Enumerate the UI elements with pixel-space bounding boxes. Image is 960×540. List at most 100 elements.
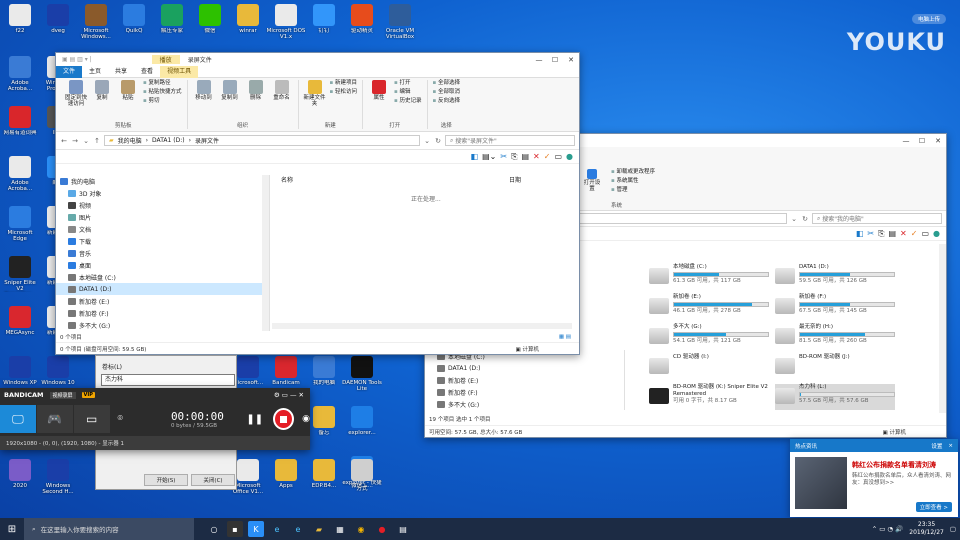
view-toggle[interactable]: ▦ ▤ xyxy=(559,334,571,340)
desktop-icon[interactable]: 2020 xyxy=(0,459,40,505)
drive-item[interactable]: 本地磁盘 (C:) 61.3 GB 可用，共 117 GB xyxy=(649,264,769,290)
nav-item[interactable]: 多不大 (G:) xyxy=(425,398,624,410)
drive-item[interactable]: 杰力科 (L:) 57.5 GB 可用，共 57.6 GB xyxy=(775,384,895,410)
context-tab[interactable]: 播放 xyxy=(151,55,180,64)
breadcrumb-2[interactable]: 录屏文件 xyxy=(195,136,219,145)
kugou-icon[interactable]: K xyxy=(248,521,264,537)
chrome-icon[interactable]: ◉ xyxy=(353,521,369,537)
ribbon-tab[interactable]: 文件 xyxy=(56,65,83,78)
vip-badge[interactable]: VIP xyxy=(81,392,95,398)
select-all-button[interactable]: 全部选择 xyxy=(433,80,460,87)
forward-icon[interactable]: → xyxy=(71,137,79,145)
desktop-icon[interactable]: DAEMON Tools Lite xyxy=(342,356,382,402)
nav-item[interactable]: 文档 xyxy=(56,223,269,235)
delete-icon[interactable]: ✕ xyxy=(533,152,540,161)
rename-icon[interactable]: ▭ xyxy=(554,152,562,161)
nav-item[interactable]: 音乐 xyxy=(56,247,269,259)
close-button[interactable]: 关闭(C) xyxy=(191,474,235,486)
search-input[interactable]: ⌕ 搜索"我的电脑" xyxy=(812,213,942,224)
refresh-icon[interactable]: ↻ xyxy=(801,215,809,223)
ribbon-tab[interactable]: 主页 xyxy=(82,66,108,78)
desktop-icon[interactable]: QuikQ xyxy=(114,4,154,50)
minimize-icon[interactable]: — xyxy=(531,56,547,64)
game-mode-button[interactable]: 🎮 xyxy=(36,405,73,433)
nav-scrollbar[interactable] xyxy=(262,175,269,335)
new-folder-button[interactable]: 新建文件夹 xyxy=(304,80,326,107)
nav-item[interactable]: 新加卷 (F:) xyxy=(56,307,269,319)
ribbon-tab[interactable]: 视频工具 xyxy=(160,65,199,78)
desktop-icon[interactable]: MEGAsync xyxy=(0,306,40,352)
taskbar-search[interactable]: ⌕ 在这里输入你要搜索的内容 xyxy=(24,518,194,540)
breadcrumb-0[interactable]: 我的电脑 xyxy=(118,136,142,145)
drive-item[interactable]: BD-ROM 驱动器 (K:) Sniper Elite V2 Remaster… xyxy=(649,384,769,410)
ribbon-tab[interactable]: 共享 xyxy=(108,66,134,78)
terminal-icon[interactable]: ▪ xyxy=(227,521,243,537)
settings-link[interactable]: 设置 xyxy=(931,442,942,450)
desktop-icon[interactable]: 钉钉 xyxy=(304,4,344,50)
notification-center-icon[interactable]: ▢ xyxy=(950,525,956,533)
maximize-icon[interactable]: ☐ xyxy=(547,56,563,64)
uninstall-link[interactable]: 卸载或更改程序 xyxy=(611,169,655,176)
h-scrollbar[interactable] xyxy=(272,323,572,329)
start-button[interactable]: 开始(S) xyxy=(144,474,188,486)
check-icon[interactable]: ✓ xyxy=(911,229,918,238)
paste-icon[interactable]: ▤ xyxy=(888,229,896,238)
nav-item[interactable]: 多不大 (G:) xyxy=(56,319,269,331)
explorer-icon[interactable]: ▰ xyxy=(311,521,327,537)
task-view-icon[interactable]: ○ xyxy=(206,521,222,537)
webcam-icon[interactable]: ⌾ xyxy=(118,414,123,424)
minimize-icon[interactable]: — xyxy=(898,137,914,145)
new-item-button[interactable]: 新建项目 xyxy=(330,80,357,87)
volume-label-input[interactable]: 杰力科 xyxy=(101,374,235,386)
globe-icon[interactable]: ● xyxy=(566,152,573,161)
device-mode-button[interactable]: ▭ xyxy=(73,405,110,433)
desktop-icon[interactable]: 备忘 xyxy=(304,406,344,452)
invert-selection-button[interactable]: 反向选择 xyxy=(433,98,460,105)
tray-icons[interactable]: ⌃ ▭ ◔ 🔊 xyxy=(872,525,904,533)
open-settings-button[interactable]: 打开设置 xyxy=(583,169,601,192)
copy-button[interactable]: 复制 xyxy=(91,80,113,101)
desktop-icon[interactable]: Oracle VM VirtualBox xyxy=(380,4,420,50)
column-header-name[interactable]: 名称 xyxy=(281,175,293,184)
desktop-icon[interactable]: dveg xyxy=(38,4,78,50)
breadcrumb-1[interactable]: DATA1 (D:) xyxy=(152,137,185,144)
nav-item[interactable]: 桌面 xyxy=(56,259,269,271)
bandicam-icon[interactable]: ● xyxy=(374,521,390,537)
desktop-icon[interactable]: 微信 xyxy=(190,4,230,50)
nav-item[interactable]: DATA1 (D:) xyxy=(425,362,624,374)
manage-link[interactable]: 管理 xyxy=(611,187,655,194)
nav-item[interactable]: 我的电脑 xyxy=(56,175,269,187)
nav-item[interactable]: 新加卷 (E:) xyxy=(56,295,269,307)
drive-item[interactable]: DATA1 (D:) 59.5 GB 可用，共 126 GB xyxy=(775,264,895,290)
desktop-icon[interactable]: Adobe Acroba... xyxy=(0,56,40,102)
clock[interactable]: 23:35 2019/12/27 xyxy=(909,521,944,537)
close-icon[interactable]: ✕ xyxy=(930,137,946,145)
cut-icon[interactable]: ✂ xyxy=(500,152,507,161)
properties-button[interactable]: 属性 xyxy=(368,80,390,101)
copy-icon[interactable]: ⎘ xyxy=(511,152,517,162)
desktop-icon[interactable]: 驱动精灵 xyxy=(342,4,382,50)
desktop-icon[interactable]: Adobe Acroba... xyxy=(0,156,40,202)
copy-icon[interactable]: ⎘ xyxy=(878,229,884,239)
nav-item[interactable]: DATA1 (D:) xyxy=(56,283,269,295)
rename-button[interactable]: 重命名 xyxy=(271,80,293,101)
desktop-icon[interactable]: explorer... xyxy=(342,406,382,452)
desktop-icon[interactable]: Sniper Elite V2 Remaster... xyxy=(0,256,40,302)
paste-button[interactable]: 粘贴 xyxy=(117,80,139,101)
easy-access-button[interactable]: 轻松访问 xyxy=(330,89,357,96)
screen-mode-button[interactable]: 🖵 xyxy=(0,405,36,433)
desktop-icon[interactable]: Windows Second H... xyxy=(38,459,78,505)
column-header-date[interactable]: 日期 xyxy=(509,175,521,184)
nav-item[interactable]: 下载 xyxy=(56,235,269,247)
globe-icon[interactable]: ● xyxy=(933,229,940,238)
desktop-icon[interactable]: 解压专家 xyxy=(152,4,192,50)
dropdown-icon[interactable]: ⌄ xyxy=(423,137,431,145)
quick-access-icons[interactable]: ▣ ▤ ▥ ▾ | xyxy=(62,56,92,63)
view-now-button[interactable]: 立即查看 > xyxy=(915,502,952,512)
record-stop-button[interactable] xyxy=(273,408,295,430)
news-photo[interactable] xyxy=(795,457,847,509)
nav-item[interactable]: 本地磁盘 (C:) xyxy=(56,271,269,283)
up-icon[interactable]: ↑ xyxy=(93,137,101,145)
cut-button[interactable]: 复制路径 xyxy=(143,80,182,87)
desktop-icon[interactable]: Microsoft DOS V1.x xyxy=(266,4,306,50)
